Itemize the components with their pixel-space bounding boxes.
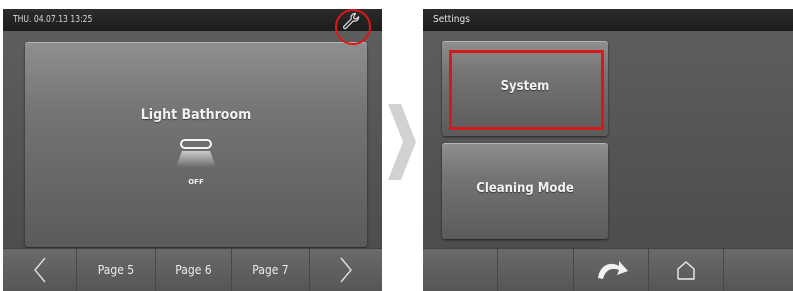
lamp-icon (176, 139, 216, 167)
datetime-label: THU. 04.07.13 13:25 (13, 14, 93, 25)
system-highlight-box (449, 50, 604, 130)
arrow-right-icon (340, 257, 352, 283)
main-screen: THU. 04.07.13 13:25 Light Bathroom OFF P… (3, 9, 382, 291)
page-5-button[interactable]: Page 5 (77, 249, 156, 291)
nav-empty-slot-1 (423, 249, 498, 291)
cleaning-mode-tile[interactable]: Cleaning Mode (442, 143, 608, 239)
settings-status-bar: Settings (423, 9, 793, 31)
light-state-label: OFF (188, 178, 204, 186)
home-icon (677, 261, 695, 280)
previous-page-button[interactable] (3, 249, 77, 291)
settings-title: Settings (433, 14, 470, 25)
next-page-button[interactable] (310, 249, 382, 291)
transition-arrow-icon (388, 104, 416, 180)
page-navigation-bar: Page 5 Page 6 Page 7 (3, 248, 382, 291)
light-tile-title: Light Bathroom (140, 107, 252, 123)
nav-empty-slot-2 (498, 249, 574, 291)
settings-navigation-bar (423, 248, 793, 291)
back-icon (598, 261, 628, 279)
cleaning-mode-tile-label: Cleaning Mode (476, 181, 574, 196)
light-bathroom-tile[interactable]: Light Bathroom OFF (25, 42, 367, 247)
back-button[interactable] (574, 249, 649, 291)
settings-screen: Settings System Cleaning Mode (423, 9, 793, 291)
page-7-button[interactable]: Page 7 (232, 249, 310, 291)
status-bar: THU. 04.07.13 13:25 (3, 9, 382, 31)
page-6-button[interactable]: Page 6 (156, 249, 232, 291)
home-button[interactable] (649, 249, 724, 291)
wrench-highlight-circle (335, 9, 371, 45)
nav-empty-slot-3 (724, 249, 793, 291)
arrow-left-icon (33, 257, 46, 283)
